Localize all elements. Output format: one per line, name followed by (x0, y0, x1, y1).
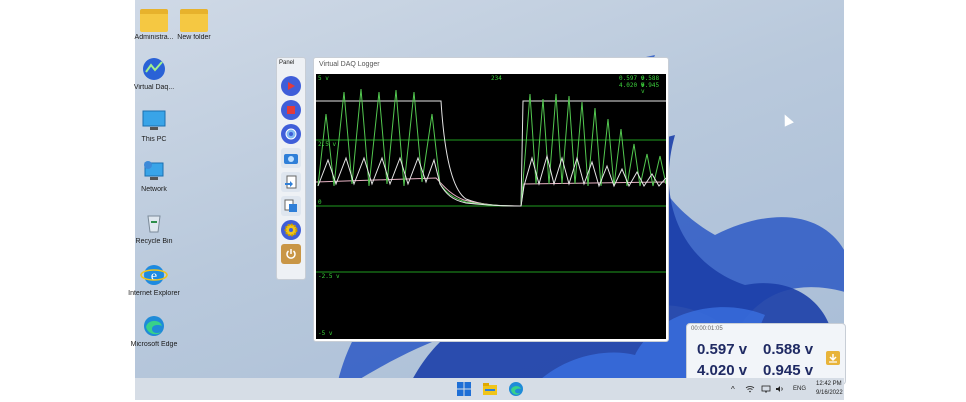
language-indicator[interactable]: ENG (793, 386, 806, 392)
this-pc-icon (140, 108, 168, 134)
voltage-readout-panel: 00:00:01:05 0.597 v 0.588 v 4.020 v 0.94… (686, 323, 846, 385)
settings-icon (285, 128, 297, 140)
windows-icon (457, 382, 471, 396)
trace-green (317, 88, 666, 207)
desktop-icon-label: Virtual Daq... (133, 84, 175, 91)
sample-counter: 234 (491, 75, 502, 82)
power-icon (286, 249, 296, 259)
export-icon (285, 175, 297, 189)
network-icon (140, 158, 168, 184)
gear-icon (284, 223, 298, 237)
waveform-plot[interactable]: 5 v 2.5 v 0 -2.5 v -5 v 234 0.597 v 0.58… (316, 74, 666, 339)
edge-taskbar-button[interactable] (508, 381, 524, 397)
display-icon[interactable] (761, 384, 771, 394)
taskbar: ^ ENG 12:42 PM 9/16/2022 (135, 378, 844, 400)
value-channel-1: 0.597 v (697, 341, 748, 358)
start-button[interactable] (456, 381, 472, 397)
internet-explorer-icon: e (140, 262, 168, 288)
y-label-zero: 0 (318, 199, 322, 206)
daq-logger-window: Virtual DAQ Logger 5 v 2.5 v 0 -2.5 v -5… (313, 57, 669, 342)
value-channel-3: 4.020 v (697, 362, 748, 379)
desktop-icon-label: Microsoft Edge (130, 341, 178, 348)
trace-white-square (316, 100, 666, 207)
desktop-icon-this-pc[interactable]: This PC (126, 108, 182, 144)
download-icon (829, 354, 837, 363)
gear-button[interactable] (281, 220, 301, 240)
desktop-icon-label: Internet Explorer (128, 290, 180, 297)
control-panel-window: Panel (276, 57, 306, 280)
value-channel-4: 0.945 v (763, 362, 814, 379)
desktop-icon-recycle-bin[interactable]: Recycle Bin (126, 210, 182, 246)
download-button[interactable] (826, 351, 840, 365)
wifi-icon[interactable] (745, 384, 755, 394)
desktop-icon-virtual-daq[interactable]: Virtual Daq... (126, 56, 182, 92)
folder-icon (180, 9, 208, 32)
folder-icon (140, 9, 168, 32)
panel-title: Panel (279, 60, 295, 66)
desktop-icon-folder-2[interactable]: New folder (166, 6, 222, 42)
elapsed-time: 00:00:01:05 (691, 326, 723, 332)
desktop-icon-label: Network (141, 186, 167, 193)
volume-icon[interactable] (775, 384, 785, 394)
stop-icon (287, 106, 295, 114)
settings-button[interactable] (281, 124, 301, 144)
y-label-bottom: -5 v (318, 330, 333, 337)
data-file-button[interactable] (281, 196, 301, 216)
y-label-mid-upper: 2.5 v (318, 141, 337, 148)
stop-button[interactable] (281, 100, 301, 120)
microsoft-edge-icon (140, 313, 168, 339)
desktop-icon-label: Recycle Bin (135, 238, 173, 245)
file-explorer-button[interactable] (482, 381, 498, 397)
clock-date[interactable]: 9/16/2022 (816, 390, 843, 396)
desktop-icon-internet-explorer[interactable]: e Internet Explorer (126, 262, 182, 298)
desktop-icon-network[interactable]: Network (126, 158, 182, 194)
value-channel-2: 0.588 v (763, 341, 814, 358)
file-explorer-icon (483, 383, 497, 395)
desktop-icon-label: New folder (177, 34, 211, 41)
clock-time[interactable]: 12:42 PM (816, 381, 842, 387)
y-label-top: 5 v (318, 75, 329, 82)
y-label-mid-lower: -2.5 v (318, 273, 340, 280)
tray-chevron-icon[interactable]: ^ (731, 385, 735, 394)
camera-button[interactable] (281, 148, 301, 168)
power-button[interactable] (281, 244, 301, 264)
svg-text:e: e (151, 269, 157, 284)
desktop-icon-label: This PC (141, 136, 167, 143)
waveform-svg (316, 88, 666, 273)
desktop-icon-microsoft-edge[interactable]: Microsoft Edge (126, 313, 182, 349)
data-file-icon (284, 199, 297, 212)
export-button[interactable] (281, 172, 301, 192)
camera-icon (284, 154, 298, 164)
readout-r2c2: 0.945 v (641, 82, 660, 95)
microsoft-edge-icon (509, 382, 523, 396)
play-button[interactable] (281, 76, 301, 96)
recycle-bin-icon (140, 210, 168, 236)
virtual-daq-icon (140, 56, 168, 82)
window-title: Virtual DAQ Logger (319, 61, 380, 68)
play-icon (288, 82, 295, 90)
